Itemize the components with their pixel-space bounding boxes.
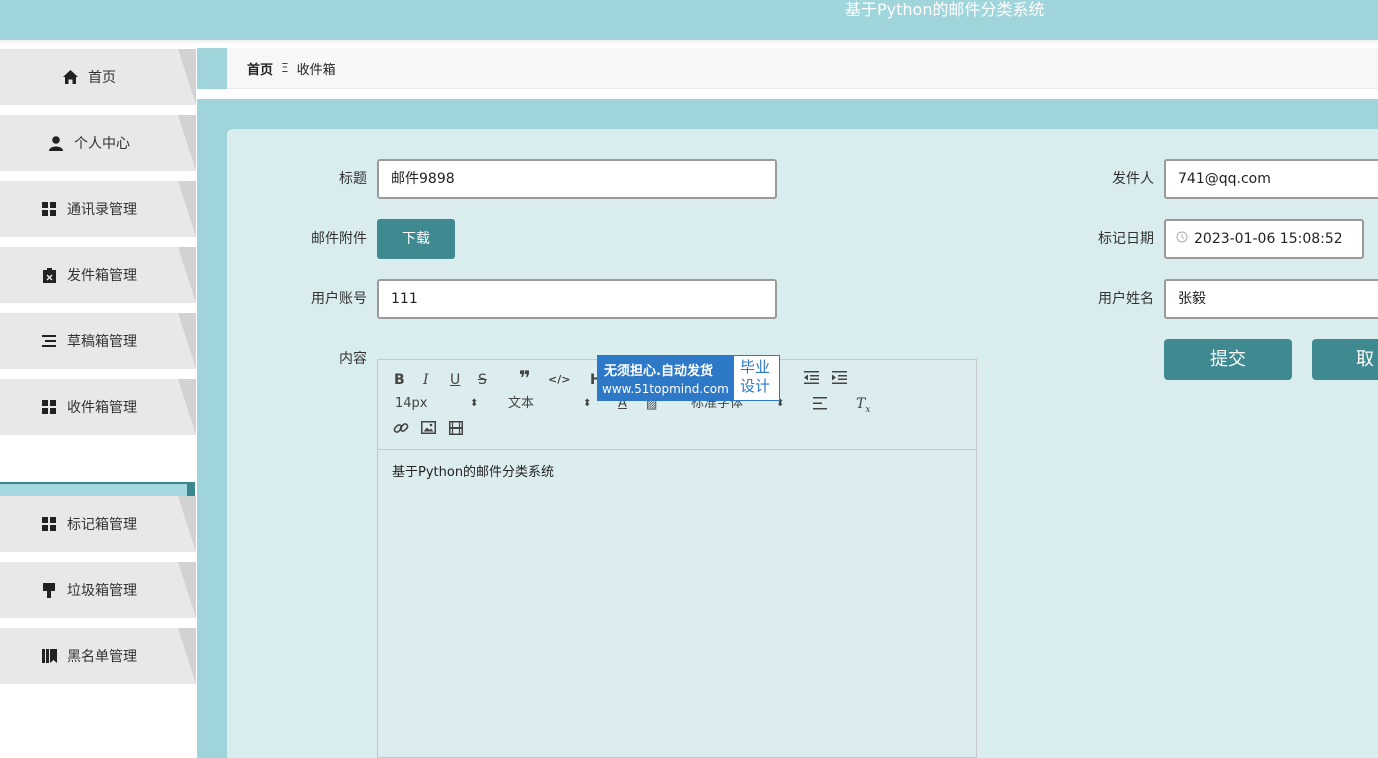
- sidebar-item-blacklist[interactable]: 黑名单管理: [0, 628, 196, 684]
- clock-icon: [1176, 221, 1188, 257]
- breadcrumb: 首页 Ξ 收件箱: [227, 48, 1378, 89]
- grid-icon: [41, 201, 57, 217]
- chevron-updown-icon: ⬍: [583, 398, 592, 409]
- username-label: 用户姓名: [1098, 291, 1154, 307]
- watermark-line-2: www.51topmind.com: [602, 382, 729, 396]
- sidebar-item-contacts[interactable]: 通讯录管理: [0, 181, 196, 237]
- underline-icon[interactable]: U: [450, 371, 460, 389]
- strikethrough-icon[interactable]: S: [478, 371, 487, 389]
- clipboard-icon: [41, 267, 57, 283]
- sidebar-item-label: 标记箱管理: [67, 517, 137, 533]
- account-field[interactable]: 111: [377, 279, 777, 319]
- sidebar-item-trash[interactable]: 垃圾箱管理: [0, 562, 196, 618]
- sidebar-item-label: 垃圾箱管理: [67, 583, 137, 599]
- outdent-icon[interactable]: [804, 371, 819, 389]
- image-icon[interactable]: [421, 421, 436, 439]
- code-block-icon[interactable]: </>: [548, 371, 570, 389]
- editor-content[interactable]: 基于Python的邮件分类系统: [392, 461, 554, 480]
- align-left-icon[interactable]: [813, 397, 827, 415]
- indent-icon[interactable]: [832, 371, 847, 389]
- date-label: 标记日期: [1098, 231, 1154, 247]
- breadcrumb-separator-icon: Ξ: [281, 61, 289, 75]
- watermark-line-1: 无须担心.自动发货: [604, 364, 713, 379]
- italic-icon[interactable]: I: [423, 371, 429, 389]
- cancel-button[interactable]: 取消: [1312, 339, 1378, 380]
- grid-icon: [41, 399, 57, 415]
- rich-text-editor[interactable]: B I U S ❞ </> H 14px ⬍ 文本 ⬍ A ▨ 标准字体 ⬍ T…: [377, 359, 977, 758]
- sidebar-item-label: 通讯录管理: [67, 202, 137, 218]
- video-icon[interactable]: [449, 421, 463, 440]
- sidebar-item-label: 首页: [88, 70, 116, 86]
- title-field[interactable]: 邮件9898: [377, 159, 777, 199]
- download-button[interactable]: 下载: [377, 219, 455, 259]
- sidebar-item-marked[interactable]: 标记箱管理: [0, 496, 196, 552]
- sidebar-item-drafts[interactable]: 草稿箱管理: [0, 313, 196, 369]
- grid-icon: [41, 516, 57, 532]
- sidebar-item-outbox[interactable]: 发件箱管理: [0, 247, 196, 303]
- sidebar-item-inbox[interactable]: 收件箱管理: [0, 379, 196, 435]
- sidebar-item-label: 草稿箱管理: [67, 334, 137, 350]
- chevron-updown-icon: ⬍: [470, 398, 479, 409]
- sidebar-item-home[interactable]: 首页: [0, 49, 196, 105]
- book-icon: [41, 648, 57, 664]
- sender-label: 发件人: [1112, 171, 1154, 187]
- bold-icon[interactable]: B: [394, 371, 405, 389]
- app-title: 基于Python的邮件分类系统: [845, 0, 1045, 19]
- content-label: 内容: [339, 351, 367, 367]
- username-field[interactable]: 张毅: [1164, 279, 1378, 319]
- top-bar: 基于Python的邮件分类系统: [0, 0, 1378, 40]
- sidebar-item-label: 收件箱管理: [67, 400, 137, 416]
- blockquote-icon[interactable]: ❞: [519, 368, 531, 388]
- brush-icon: [41, 582, 57, 598]
- date-field[interactable]: 2023-01-06 15:08:52: [1164, 219, 1364, 259]
- watermark-overlay: 无须担心.自动发货 www.51topmind.com 毕业设计: [597, 355, 780, 401]
- sidebar-item-label: 个人中心: [74, 136, 130, 152]
- title-label: 标题: [339, 171, 367, 187]
- font-size-select[interactable]: 14px: [395, 395, 428, 413]
- breadcrumb-current: 收件箱: [296, 62, 336, 78]
- text-type-select[interactable]: 文本: [508, 395, 534, 413]
- breadcrumb-home[interactable]: 首页: [247, 59, 273, 78]
- user-icon: [48, 135, 64, 151]
- sender-field[interactable]: 741@qq.com: [1164, 159, 1378, 199]
- account-label: 用户账号: [311, 291, 367, 307]
- sidebar-item-profile[interactable]: 个人中心: [0, 115, 196, 171]
- sidebar-item-label: 发件箱管理: [67, 268, 137, 284]
- submit-button[interactable]: 提交: [1164, 339, 1292, 380]
- link-icon[interactable]: [393, 420, 409, 441]
- watermark-line-3: 毕业设计: [740, 358, 771, 395]
- home-icon: [62, 69, 78, 85]
- clear-format-icon[interactable]: Tx: [856, 395, 870, 419]
- sidebar: 首页 个人中心 通讯录管理 发件箱管理 草稿箱管理 收件箱管理 标记箱管理 垃圾…: [0, 48, 197, 758]
- list-icon: [41, 333, 57, 349]
- sidebar-item-label: 黑名单管理: [67, 649, 137, 665]
- attachment-label: 邮件附件: [311, 231, 367, 247]
